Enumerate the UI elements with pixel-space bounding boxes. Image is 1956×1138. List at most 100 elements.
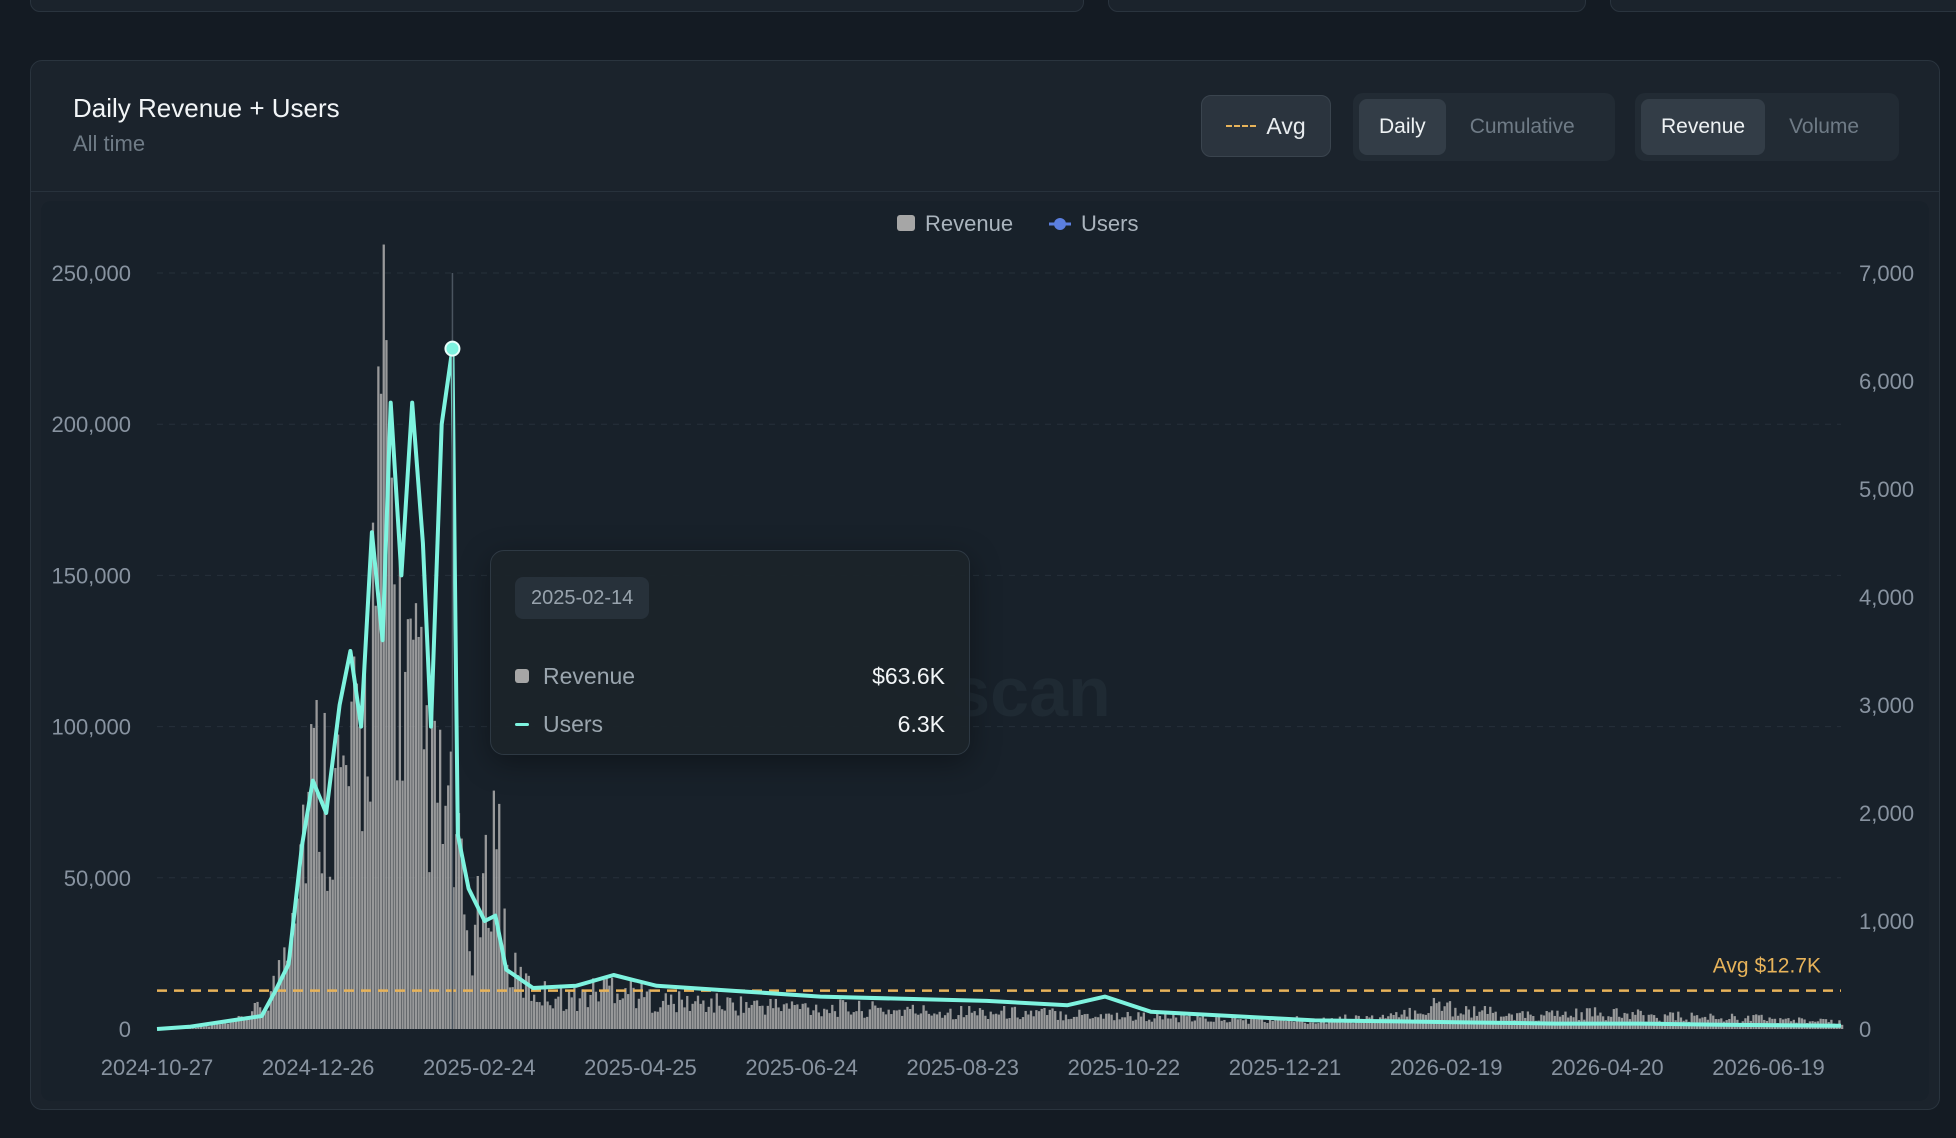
revenue-bar [1097,1017,1100,1029]
x-tick-label: 2024-12-26 [262,1055,375,1080]
revenue-bar [661,1000,665,1029]
revenue-bar [938,1011,941,1029]
revenue-bar [780,1011,783,1029]
revenue-bar [1091,1018,1094,1029]
revenue-bar [350,701,353,1029]
revenue-bar [592,978,595,1029]
x-tick-label: 2025-12-21 [1229,1055,1342,1080]
revenue-bar [484,834,487,1029]
revenue-bar [1239,1019,1242,1029]
revenue-bar [1145,1021,1148,1029]
avg-toggle-button[interactable]: Avg [1201,95,1331,157]
revenue-bar [1223,1019,1226,1029]
revenue-bar [562,1010,565,1029]
revenue-bar [1489,1006,1492,1029]
metric-option-volume[interactable]: Volume [1769,99,1879,155]
revenue-bar [1174,1017,1178,1029]
period-option-daily[interactable]: Daily [1359,99,1446,155]
revenue-bar [425,705,428,1029]
revenue-bar [925,1010,928,1029]
revenue-bar [608,985,611,1029]
revenue-bar [347,786,350,1029]
revenue-bar [439,729,442,1029]
revenue-bar [957,1015,960,1029]
revenue-bar [519,966,522,1029]
revenue-bar [1346,1022,1350,1029]
revenue-bar [1148,1019,1151,1029]
revenue-bar [997,1014,1000,1029]
revenue-bar [981,1009,984,1029]
revenue-bar [809,1014,812,1029]
revenue-bar [541,1005,544,1029]
revenue-bar [680,999,684,1029]
revenue-bar [355,683,359,1029]
revenue-bar [353,656,356,1029]
revenue-bar [328,876,332,1029]
revenue-bar [578,998,581,1029]
revenue-bar [933,1013,936,1029]
combo-chart[interactable]: scan 0 50,000 100,000 150,000 200,000 250,000 0… [41,201,1929,1101]
revenue-bar [1518,1012,1521,1029]
revenue-bar [1220,1020,1223,1029]
revenue-bar [234,1020,238,1029]
period-option-cumulative[interactable]: Cumulative [1450,99,1595,155]
y-left-tick-label: 50,000 [64,866,131,891]
revenue-bar [1446,1002,1449,1029]
revenue-bar [481,873,485,1029]
revenue-bar [390,477,393,1030]
revenue-bar [251,1011,254,1029]
revenue-bar [1115,1012,1119,1029]
revenue-bar [1841,1024,1844,1029]
revenue-bar [428,872,431,1029]
revenue-bar [1443,1006,1446,1029]
revenue-bar [1293,1021,1296,1029]
revenue-bar [602,979,606,1029]
revenue-bar [1000,1010,1003,1029]
revenue-bar [492,790,496,1029]
revenue-bar [1733,1016,1736,1029]
revenue-bar [836,1016,839,1029]
revenue-bar [1432,997,1436,1029]
revenue-bar [296,898,299,1029]
revenue-bar [498,803,501,1029]
revenue-bar [621,998,624,1029]
revenue-bar [1142,1012,1145,1029]
revenue-bar [567,991,571,1029]
revenue-bar [326,890,329,1029]
revenue-bar [1046,1015,1049,1029]
revenue-bar [267,1010,270,1029]
revenue-bar [801,1003,804,1029]
revenue-bar [1290,1021,1293,1029]
revenue-bar [900,1015,904,1029]
revenue-bar [1255,1019,1258,1029]
revenue-bar [1599,1012,1602,1029]
revenue-bar [487,927,490,1029]
revenue-bar [927,1013,931,1029]
revenue-bar [1021,1017,1025,1029]
revenue-bar [777,1007,780,1029]
revenue-bar [315,700,318,1029]
summary-card-1 [30,0,1084,12]
revenue-bar [1234,1018,1237,1029]
revenue-bar [1341,1022,1344,1029]
revenue-bar [656,1011,659,1029]
revenue-bar [817,1012,820,1029]
revenue-bar [887,1009,890,1029]
revenue-bar [471,975,474,1029]
metric-option-revenue[interactable]: Revenue [1641,99,1766,155]
revenue-bar [404,671,407,1029]
revenue-bar [892,1010,896,1029]
revenue-bar [968,1006,971,1029]
revenue-bar [1663,1014,1667,1029]
revenue-bar [600,990,603,1029]
revenue-bar [379,393,383,1029]
revenue-bar [1003,1006,1006,1029]
revenue-bar [557,996,560,1029]
revenue-bar [546,1001,549,1029]
y-right-tick-label: 2,000 [1859,801,1914,826]
revenue-bar [331,879,334,1029]
revenue-bar [363,653,367,1029]
revenue-bar [618,999,622,1029]
revenue-bar [1526,1011,1530,1029]
revenue-bar [686,995,689,1029]
